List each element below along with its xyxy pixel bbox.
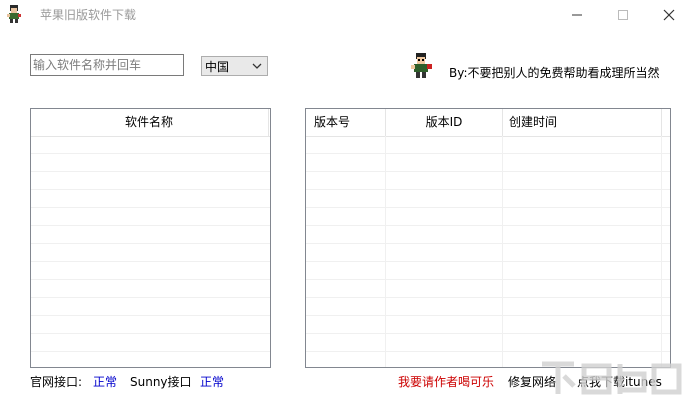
software-list-rows: [31, 136, 270, 367]
header-divider: [268, 109, 269, 136]
search-input[interactable]: [30, 54, 184, 76]
buy-coke-link[interactable]: 我要请作者喝可乐: [398, 373, 494, 390]
header-divider: [661, 109, 662, 136]
close-button[interactable]: [646, 0, 692, 30]
sunny-api-label: Sunny接口: [130, 375, 192, 389]
watermark-logo: [542, 361, 682, 395]
mascot-icon: [411, 53, 432, 78]
official-api-status: 正常: [93, 375, 118, 389]
minimize-icon: [572, 14, 582, 16]
maximize-button[interactable]: [600, 0, 646, 30]
column-header-software-name[interactable]: 软件名称: [31, 109, 267, 136]
header-divider: [502, 109, 503, 136]
software-list-header: 软件名称: [31, 109, 270, 137]
window-title: 苹果旧版软件下载: [40, 8, 137, 22]
version-list-header: 版本号 版本ID 创建时间: [306, 109, 670, 137]
region-select-value: 中国: [205, 59, 230, 74]
maximize-icon: [618, 10, 628, 20]
chevron-down-icon: [252, 63, 262, 69]
version-list[interactable]: 版本号 版本ID 创建时间: [305, 108, 671, 368]
app-icon: [7, 5, 21, 23]
title-bar: 苹果旧版软件下载: [0, 0, 692, 30]
column-divider: [661, 136, 662, 367]
column-divider: [502, 136, 503, 367]
official-api-label: 官网接口:: [30, 375, 83, 389]
minimize-button[interactable]: [554, 0, 600, 30]
version-list-rows: [306, 136, 670, 367]
sunny-api-status: 正常: [200, 375, 225, 389]
column-divider: [385, 136, 386, 367]
column-header-version-id[interactable]: 版本ID: [386, 109, 502, 136]
column-header-created-time[interactable]: 创建时间: [509, 109, 659, 136]
column-header-version[interactable]: 版本号: [314, 109, 384, 136]
author-byline: By:不要把别人的免费帮助看成理所当然: [449, 66, 660, 80]
region-select[interactable]: 中国: [201, 56, 268, 76]
software-list[interactable]: 软件名称: [30, 108, 271, 368]
close-icon: [663, 9, 675, 21]
